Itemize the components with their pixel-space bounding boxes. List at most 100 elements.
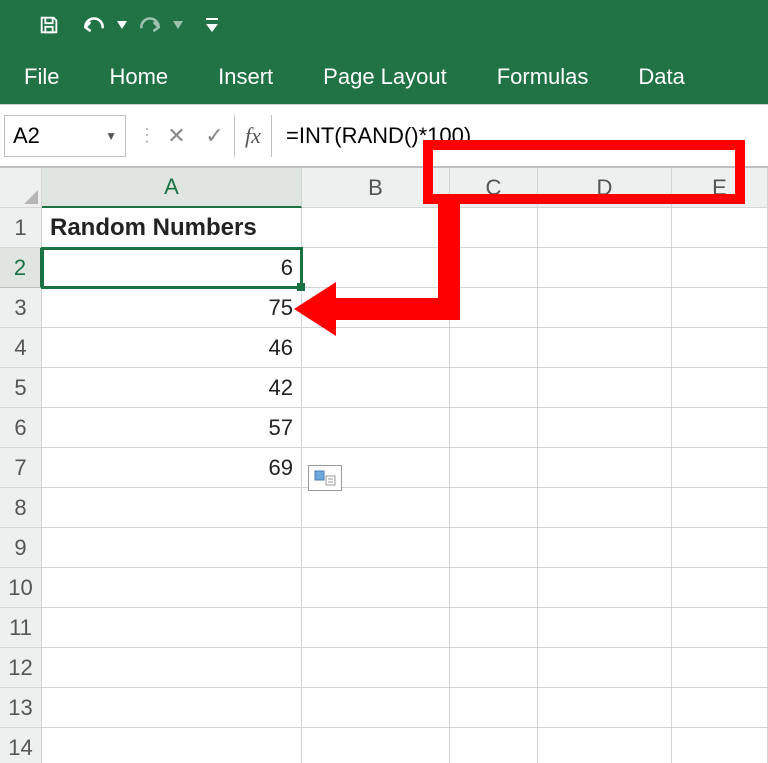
tab-formulas[interactable]: Formulas [497, 64, 589, 90]
cell[interactable]: 57 [42, 408, 302, 448]
cell[interactable] [672, 248, 768, 288]
cell[interactable] [538, 488, 672, 528]
cell[interactable] [672, 288, 768, 328]
cell[interactable] [672, 328, 768, 368]
cell[interactable] [302, 728, 450, 763]
cell[interactable] [672, 728, 768, 763]
row-header[interactable]: 12 [0, 648, 42, 688]
cell[interactable] [42, 688, 302, 728]
cell[interactable] [538, 688, 672, 728]
row-header[interactable]: 14 [0, 728, 42, 763]
chevron-down-icon[interactable]: ▼ [105, 129, 117, 143]
col-header-C[interactable]: C [450, 168, 538, 208]
formula-input[interactable] [272, 115, 764, 157]
row-header[interactable]: 6 [0, 408, 42, 448]
cell[interactable] [538, 408, 672, 448]
cell[interactable] [538, 248, 672, 288]
cell[interactable] [302, 288, 450, 328]
autofill-options-icon[interactable] [308, 465, 342, 491]
cell[interactable]: 69 [42, 448, 302, 488]
cell[interactable] [450, 528, 538, 568]
cell[interactable] [450, 688, 538, 728]
cell[interactable] [42, 728, 302, 763]
cell[interactable]: 42 [42, 368, 302, 408]
cell[interactable] [672, 568, 768, 608]
select-all-corner[interactable] [0, 168, 42, 208]
cell[interactable] [302, 368, 450, 408]
cell[interactable] [538, 728, 672, 763]
cell[interactable] [450, 728, 538, 763]
cell[interactable] [672, 408, 768, 448]
cell[interactable] [450, 328, 538, 368]
col-header-D[interactable]: D [538, 168, 672, 208]
row-header[interactable]: 8 [0, 488, 42, 528]
cell[interactable] [450, 248, 538, 288]
cell[interactable] [42, 528, 302, 568]
cell[interactable] [450, 648, 538, 688]
cell[interactable] [538, 208, 672, 248]
tab-home[interactable]: Home [109, 64, 168, 90]
cell[interactable]: 46 [42, 328, 302, 368]
row-header[interactable]: 11 [0, 608, 42, 648]
redo-more-icon[interactable] [171, 8, 185, 42]
cell[interactable]: Random Numbers [42, 208, 302, 248]
cell[interactable] [42, 568, 302, 608]
col-header-A[interactable]: A [42, 168, 302, 208]
cell[interactable] [450, 488, 538, 528]
row-header[interactable]: 3 [0, 288, 42, 328]
undo-more-icon[interactable] [115, 8, 129, 42]
cell[interactable] [302, 488, 450, 528]
tab-file[interactable]: File [24, 64, 59, 90]
cell[interactable] [42, 608, 302, 648]
undo-icon[interactable] [77, 8, 111, 42]
cell[interactable] [450, 608, 538, 648]
cell[interactable] [302, 528, 450, 568]
cell[interactable] [302, 408, 450, 448]
cell[interactable] [42, 488, 302, 528]
cell-active[interactable]: 6 [42, 248, 302, 288]
cell[interactable] [538, 648, 672, 688]
col-header-B[interactable]: B [302, 168, 450, 208]
cell[interactable] [302, 608, 450, 648]
fx-icon[interactable]: fx [234, 115, 272, 157]
cell[interactable] [450, 208, 538, 248]
cell[interactable] [672, 528, 768, 568]
row-header[interactable]: 1 [0, 208, 42, 248]
cell[interactable] [302, 688, 450, 728]
cell[interactable] [672, 368, 768, 408]
tab-page-layout[interactable]: Page Layout [323, 64, 447, 90]
col-header-E[interactable]: E [672, 168, 768, 208]
cell[interactable] [42, 648, 302, 688]
cell[interactable] [672, 448, 768, 488]
enter-icon[interactable]: ✓ [196, 115, 234, 157]
cell[interactable] [672, 608, 768, 648]
row-header[interactable]: 5 [0, 368, 42, 408]
row-header[interactable]: 2 [0, 248, 42, 288]
cell[interactable] [672, 648, 768, 688]
cell[interactable] [450, 448, 538, 488]
cell[interactable] [302, 328, 450, 368]
tab-insert[interactable]: Insert [218, 64, 273, 90]
cell[interactable] [302, 568, 450, 608]
cell[interactable] [538, 608, 672, 648]
row-header[interactable]: 13 [0, 688, 42, 728]
cell[interactable] [450, 408, 538, 448]
redo-icon[interactable] [133, 8, 167, 42]
row-header[interactable]: 4 [0, 328, 42, 368]
cell[interactable] [538, 528, 672, 568]
cell[interactable] [538, 288, 672, 328]
cell[interactable] [538, 568, 672, 608]
customize-qat-icon[interactable] [195, 8, 229, 42]
row-header[interactable]: 10 [0, 568, 42, 608]
cell[interactable] [538, 328, 672, 368]
save-icon[interactable] [32, 8, 66, 42]
cell[interactable] [302, 248, 450, 288]
cancel-icon[interactable]: ✕ [158, 115, 196, 157]
cell[interactable] [672, 688, 768, 728]
cell[interactable] [450, 368, 538, 408]
name-box[interactable]: A2 ▼ [4, 115, 126, 157]
row-header[interactable]: 7 [0, 448, 42, 488]
cell[interactable] [538, 448, 672, 488]
cell[interactable] [672, 208, 768, 248]
cell[interactable] [450, 568, 538, 608]
